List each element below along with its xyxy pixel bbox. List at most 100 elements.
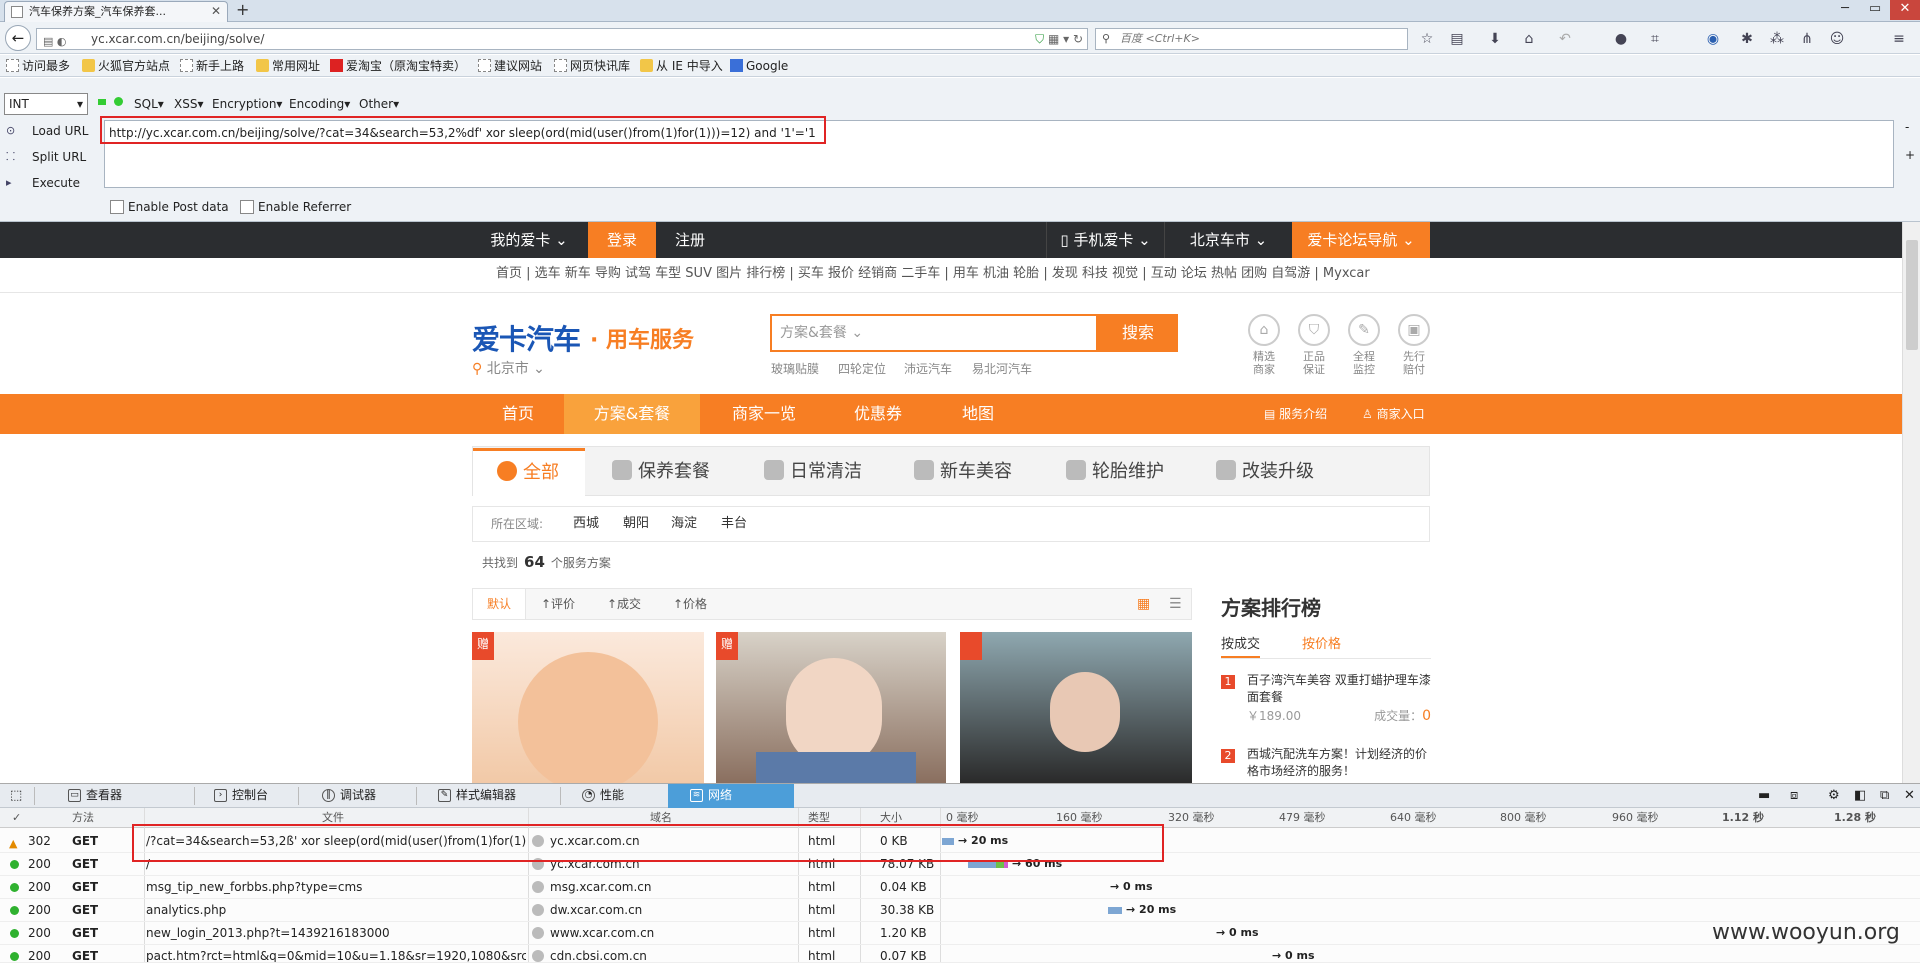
area-option[interactable]: 西城: [573, 507, 599, 541]
sql-menu[interactable]: SQL▾: [134, 95, 164, 113]
enable-referrer-checkbox[interactable]: Enable Referrer: [240, 200, 351, 214]
bookmark-common-sites[interactable]: 常用网址: [256, 58, 320, 74]
table-row[interactable]: 200 GET analytics.php dw.xcar.com.cn htm…: [0, 899, 1920, 922]
menu-icon[interactable]: ≡: [1890, 30, 1908, 48]
area-option[interactable]: 丰台: [721, 507, 747, 541]
bookmark-import-ie[interactable]: 从 IE 中导入: [640, 58, 723, 74]
encoding-menu[interactable]: Encoding▾: [289, 95, 350, 113]
site-logo[interactable]: 爱卡汽车: [472, 318, 581, 358]
tab-performance[interactable]: ◔ 性能: [580, 784, 624, 808]
table-row[interactable]: 200 GET msg_tip_new_forbbs.php?type=cms …: [0, 876, 1920, 899]
tab-network[interactable]: ≋ 网络: [668, 784, 794, 808]
close-icon[interactable]: ✕: [211, 2, 221, 21]
hot-word[interactable]: 易北河汽车: [972, 360, 1032, 377]
plan-thumbnail[interactable]: 赠: [716, 632, 946, 783]
my-xcar-menu[interactable]: 我的爱卡 ⌄: [472, 222, 586, 258]
rank-item[interactable]: 2 西城汽配洗车方案！计划经济的价格市场经济的服务！: [1221, 746, 1431, 780]
bookmark-suggested[interactable]: 建议网站: [478, 58, 542, 74]
bookmark-aitaobao[interactable]: 爱淘宝（原淘宝特卖）: [330, 58, 466, 74]
cat-maintenance[interactable]: 保养套餐: [612, 448, 710, 496]
load-url-button[interactable]: ⊙ Load URL: [6, 122, 88, 140]
home-icon[interactable]: ⌂: [1520, 30, 1538, 48]
footprint-icon[interactable]: ⁂: [1768, 30, 1786, 48]
expand-icon[interactable]: +: [1905, 148, 1915, 162]
split-icon[interactable]: ◧: [1854, 788, 1866, 803]
minimize-button[interactable]: ─: [1830, 0, 1860, 20]
page-scrollbar[interactable]: [1902, 222, 1920, 783]
table-row[interactable]: 200 GET new_login_2013.php?t=14392161830…: [0, 922, 1920, 945]
chat-icon[interactable]: ●: [1612, 30, 1630, 48]
execute-button[interactable]: ▸ Execute: [6, 174, 80, 192]
hot-word[interactable]: 四轮定位: [838, 360, 886, 377]
cat-tires[interactable]: 轮胎维护: [1066, 448, 1164, 496]
list-view-icon[interactable]: ☰: [1169, 589, 1182, 619]
nav-coupons[interactable]: 优惠券: [828, 394, 928, 434]
service-intro-link[interactable]: ▤ 服务介绍: [1264, 404, 1327, 424]
sort-price[interactable]: ↑价格: [673, 589, 707, 619]
identity-icon[interactable]: ▤ ◐: [43, 32, 67, 52]
sort-deals[interactable]: ↑成交: [607, 589, 641, 619]
beijing-market-menu[interactable]: 北京车市 ⌄: [1164, 222, 1292, 258]
browser-tab[interactable]: 汽车保养方案_汽车保养套... ✕: [4, 1, 228, 22]
nav-plans[interactable]: 方案&套餐: [564, 394, 700, 434]
nav-merchants[interactable]: 商家一览: [700, 394, 828, 434]
rank-tab-price[interactable]: 按价格: [1302, 634, 1341, 656]
login-link[interactable]: 登录: [588, 222, 656, 258]
plan-thumbnail[interactable]: 赠: [472, 632, 704, 783]
reader-icon[interactable]: ▤: [1448, 30, 1466, 48]
bookmark-google[interactable]: Google: [730, 58, 788, 74]
rank-item[interactable]: 1 百子湾汽车美容 双重打蜡护理车漆面套餐 ￥189.00 成交量：0: [1221, 672, 1431, 725]
responsive-icon[interactable]: ⧈: [1790, 788, 1798, 803]
register-link[interactable]: 注册: [656, 222, 724, 258]
tab-inspector[interactable]: ▭ 查看器: [66, 784, 122, 808]
bookmark-most-visited[interactable]: 访问最多: [6, 58, 70, 74]
type-select[interactable]: INT: [4, 93, 88, 115]
bookmark-web-slices[interactable]: 网页快讯库: [554, 58, 630, 74]
sub-nav[interactable]: 首页 | 选车 新车 导购 试驾 车型 SUV 图片 排行榜 | 买车 报价 经…: [496, 265, 1370, 283]
hot-word[interactable]: 沛远汽车: [904, 360, 952, 377]
tab-style-editor[interactable]: ✎ 样式编辑器: [436, 784, 516, 808]
tab-console[interactable]: › 控制台: [212, 784, 268, 808]
tab-debugger[interactable]: ‖ 调试器: [320, 784, 376, 808]
star-icon[interactable]: ☆: [1418, 30, 1436, 48]
merchant-entry-link[interactable]: ♙ 商家入口: [1362, 404, 1425, 424]
addon-icon[interactable]: ◉: [1704, 30, 1722, 48]
enable-post-checkbox[interactable]: Enable Post data: [110, 200, 229, 214]
search-input[interactable]: ⚲ 百度 <Ctrl+K>: [1095, 28, 1408, 50]
back-button[interactable]: ←: [5, 25, 31, 51]
mobile-xcar-menu[interactable]: ▯ 手机爱卡 ⌄: [1046, 222, 1164, 258]
shrink-icon[interactable]: -: [1905, 120, 1909, 134]
download-icon[interactable]: ⬇: [1486, 30, 1504, 48]
close-icon[interactable]: ✕: [1904, 788, 1915, 803]
plan-thumbnail[interactable]: [960, 632, 1192, 783]
forum-nav-menu[interactable]: 爱卡论坛导航 ⌄: [1292, 222, 1430, 258]
dock-icon[interactable]: ▬: [1758, 788, 1770, 803]
cat-cleaning[interactable]: 日常清洁: [764, 448, 862, 496]
share-icon[interactable]: ⋔: [1798, 30, 1816, 48]
crop-icon[interactable]: ⌗: [1646, 30, 1664, 48]
cat-beauty[interactable]: 新车美容: [914, 448, 1012, 496]
grid-view-icon[interactable]: ▦: [1137, 589, 1150, 619]
emoji-icon[interactable]: ☺: [1828, 30, 1846, 48]
undock-icon[interactable]: ⧉: [1880, 788, 1889, 803]
maximize-button[interactable]: ▭: [1860, 0, 1890, 20]
city-selector[interactable]: ⚲ 北京市 ⌄: [472, 358, 545, 378]
url-bar[interactable]: ▤ ◐ yc.xcar.com.cn/beijing/solve/ ⛉ ▦ ▾ …: [36, 28, 1088, 50]
site-search-button[interactable]: 搜索: [1098, 314, 1178, 352]
bookmark-getting-started[interactable]: 新手上路: [180, 58, 244, 74]
bookmark-firefox-site[interactable]: 火狐官方站点: [82, 58, 170, 74]
area-option[interactable]: 海淀: [671, 507, 697, 541]
gear-icon[interactable]: ⚙: [1828, 788, 1840, 803]
site-search-input[interactable]: 方案&套餐 ⌄: [770, 314, 1098, 352]
nav-home[interactable]: 首页: [472, 394, 564, 434]
hot-word[interactable]: 玻璃贴膜: [771, 360, 819, 377]
sort-default[interactable]: 默认: [473, 589, 527, 619]
undo-icon[interactable]: ↶: [1556, 30, 1574, 48]
rank-tab-deals[interactable]: 按成交: [1221, 634, 1261, 658]
inspect-icon[interactable]: ⬚: [10, 788, 22, 803]
table-row[interactable]: 200 GET pact.htm?rct=html&q=0&mid=10&u=1…: [0, 945, 1920, 963]
col-method[interactable]: 方法: [72, 808, 94, 828]
xss-menu[interactable]: XSS▾: [174, 95, 203, 113]
nav-map[interactable]: 地图: [928, 394, 1028, 434]
other-menu[interactable]: Other▾: [359, 95, 399, 113]
